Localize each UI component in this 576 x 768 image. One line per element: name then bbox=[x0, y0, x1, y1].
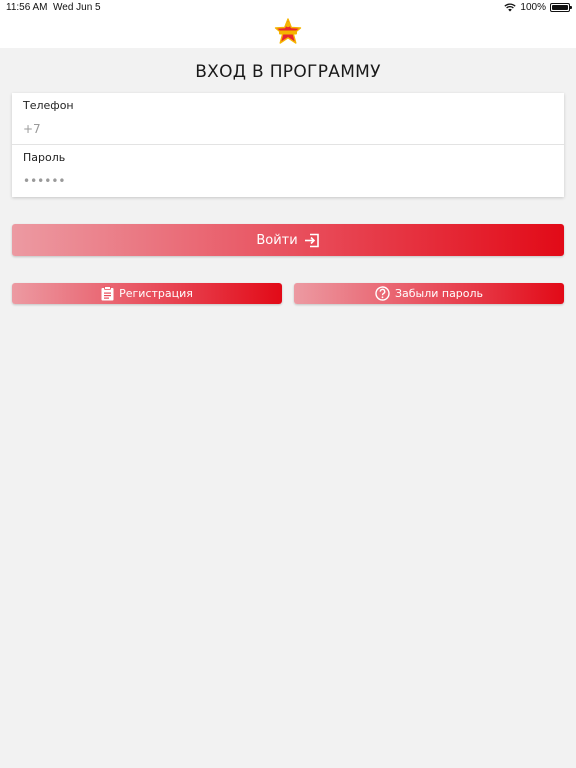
phone-field: Телефон bbox=[12, 93, 564, 145]
login-button-label: Войти bbox=[256, 232, 298, 248]
clipboard-icon bbox=[101, 286, 114, 301]
forgot-password-label: Забыли пароль bbox=[394, 287, 484, 300]
status-bar: 11:56 AM Wed Jun 5 100% bbox=[0, 0, 576, 16]
star-logo-icon bbox=[274, 18, 302, 44]
question-circle-icon bbox=[375, 286, 390, 301]
password-label: Пароль bbox=[23, 151, 66, 164]
page-title: ВХОД В ПРОГРАММУ bbox=[195, 62, 381, 82]
phone-label: Телефон bbox=[23, 99, 74, 112]
register-button-label: Регистрация bbox=[119, 287, 193, 300]
status-indicators: 100% bbox=[504, 2, 572, 13]
wifi-icon bbox=[504, 3, 517, 12]
battery-icon bbox=[550, 3, 572, 12]
phone-input[interactable] bbox=[23, 119, 543, 139]
header-bar bbox=[0, 16, 576, 48]
status-date: Wed Jun 5 bbox=[53, 2, 101, 13]
login-button[interactable]: Войти bbox=[12, 224, 564, 256]
password-field: Пароль bbox=[12, 145, 564, 197]
register-button[interactable]: Регистрация bbox=[12, 283, 282, 304]
sign-in-icon bbox=[304, 233, 319, 247]
forgot-password-button[interactable]: Забыли пароль bbox=[294, 283, 564, 304]
status-time: 11:56 AM bbox=[6, 2, 48, 13]
login-form: Телефон Пароль bbox=[12, 93, 564, 197]
password-input[interactable] bbox=[23, 171, 543, 191]
battery-percent: 100% bbox=[520, 2, 546, 13]
